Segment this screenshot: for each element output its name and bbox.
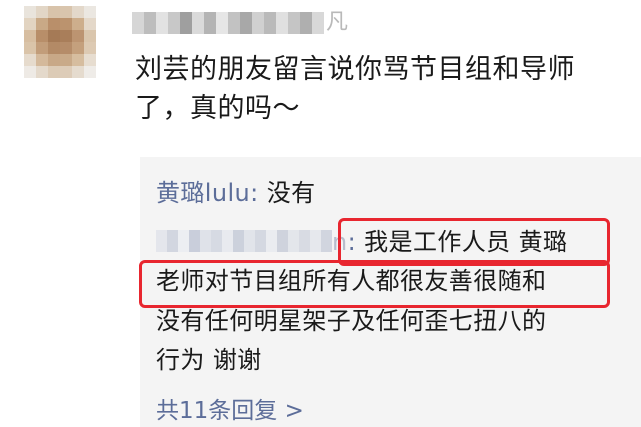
avatar-mosaic-cell bbox=[84, 6, 96, 18]
username-mosaic-cell bbox=[168, 12, 180, 34]
avatar-mosaic-cell bbox=[72, 6, 84, 18]
reply-item: n: 我是工作人员 黄璐 bbox=[156, 225, 567, 259]
avatar-mosaic-cell bbox=[48, 66, 60, 78]
reply-author-mosaic-cell bbox=[189, 230, 200, 252]
avatar-mosaic-cell bbox=[60, 42, 72, 54]
avatar-mosaic-cell bbox=[72, 30, 84, 42]
username-mosaic-cell bbox=[252, 12, 264, 34]
username-mosaic-cell bbox=[204, 12, 216, 34]
username-tail: 凡 bbox=[326, 10, 349, 35]
comment-username[interactable]: 凡 bbox=[132, 8, 348, 38]
username-mosaic-cell bbox=[264, 12, 276, 34]
comment-text-line: 刘芸的朋友留言说你骂节目组和导师 bbox=[135, 54, 575, 85]
reply-text-continuation: 没有任何明星架子及任何歪七扭八的 bbox=[156, 307, 547, 335]
avatar-mosaic-cell bbox=[84, 18, 96, 30]
avatar-mosaic-cell bbox=[72, 42, 84, 54]
avatar-mosaic-cell bbox=[72, 66, 84, 78]
comment-text-line: 了，真的吗～ bbox=[135, 93, 300, 124]
replies-panel: 黄璐lulu: 没有 n: 我是工作人员 黄璐 老师对节目组所有人都很友善很随和… bbox=[140, 157, 641, 427]
reply-author-mosaic-cell bbox=[178, 230, 189, 252]
reply-separator: : bbox=[250, 179, 267, 207]
avatar-mosaic-cell bbox=[84, 54, 96, 66]
avatar-mosaic-cell bbox=[48, 6, 60, 18]
reply-author-mosaic-cell bbox=[200, 230, 211, 252]
reply-author-mosaic-cell bbox=[277, 230, 288, 252]
avatar-mosaic-cell bbox=[24, 6, 36, 18]
avatar[interactable] bbox=[24, 6, 96, 78]
avatar-mosaic-cell bbox=[60, 66, 72, 78]
avatar-mosaic-cell bbox=[84, 66, 96, 78]
avatar-mosaic-cell bbox=[24, 54, 36, 66]
avatar-mosaic-cell bbox=[24, 30, 36, 42]
reply-item: 黄璐lulu: 没有 bbox=[156, 176, 316, 210]
reply-text-continuation: 行为 谢谢 bbox=[156, 346, 262, 374]
reply-author-mosaic-cell bbox=[255, 230, 266, 252]
avatar-mosaic-cell bbox=[48, 54, 60, 66]
reply-author-mosaic-cell bbox=[299, 230, 310, 252]
reply-author-mosaic-cell bbox=[288, 230, 299, 252]
avatar-mosaic-cell bbox=[48, 30, 60, 42]
avatar-mosaic-cell bbox=[48, 18, 60, 30]
reply-text: 我是工作人员 黄璐 bbox=[364, 228, 568, 256]
username-mosaic-cell bbox=[240, 12, 252, 34]
avatar-mosaic-cell bbox=[60, 6, 72, 18]
reply-author-mosaic-cell bbox=[167, 230, 178, 252]
reply-author-mosaic-cell bbox=[244, 230, 255, 252]
avatar-mosaic-cell bbox=[60, 30, 72, 42]
username-mosaic-cell bbox=[288, 12, 300, 34]
username-mosaic-cell bbox=[156, 12, 168, 34]
reply-author-tail[interactable]: n bbox=[332, 228, 348, 256]
reply-author-mosaic-cell bbox=[222, 230, 233, 252]
username-mosaic-cell bbox=[312, 12, 324, 34]
avatar-mosaic-cell bbox=[24, 66, 36, 78]
avatar-mosaic-cell bbox=[36, 18, 48, 30]
username-mosaic-cell bbox=[228, 12, 240, 34]
avatar-mosaic-cell bbox=[24, 18, 36, 30]
avatar-mosaic-cell bbox=[36, 66, 48, 78]
username-mosaic-cell bbox=[144, 12, 156, 34]
reply-author-mosaic-cell bbox=[233, 230, 244, 252]
reply-author-link[interactable]: 黄璐lulu bbox=[156, 179, 250, 207]
avatar-mosaic-cell bbox=[72, 18, 84, 30]
avatar-mosaic-cell bbox=[72, 54, 84, 66]
reply-author-mosaic-cell bbox=[321, 230, 332, 252]
username-mosaic-cell bbox=[276, 12, 288, 34]
avatar-mosaic-cell bbox=[60, 18, 72, 30]
avatar-mosaic-cell bbox=[36, 6, 48, 18]
reply-author-mosaic-cell bbox=[310, 230, 321, 252]
reply-text-continuation: 老师对节目组所有人都很友善很随和 bbox=[156, 267, 547, 295]
avatar-mosaic-cell bbox=[48, 42, 60, 54]
comment-thread-screenshot: 凡 刘芸的朋友留言说你骂节目组和导师 了，真的吗～ 黄璐lulu: 没有 n: … bbox=[0, 0, 641, 427]
username-mosaic-cell bbox=[216, 12, 228, 34]
reply-author-mosaic-cell bbox=[156, 230, 167, 252]
avatar-mosaic-cell bbox=[36, 42, 48, 54]
reply-separator: : bbox=[347, 228, 365, 256]
username-mosaic-cell bbox=[132, 12, 144, 34]
username-mosaic-cell bbox=[300, 12, 312, 34]
avatar-mosaic-cell bbox=[24, 42, 36, 54]
username-mosaic-cell bbox=[192, 12, 204, 34]
avatar-mosaic-cell bbox=[36, 30, 48, 42]
reply-author-mosaic-cell bbox=[266, 230, 277, 252]
username-mosaic bbox=[132, 12, 324, 34]
reply-text: 没有 bbox=[266, 179, 316, 207]
avatar-mosaic-cell bbox=[84, 30, 96, 42]
avatar-mosaic-cell bbox=[84, 42, 96, 54]
reply-author-mosaic-cell bbox=[211, 230, 222, 252]
comment-body: 刘芸的朋友留言说你骂节目组和导师 了，真的吗～ bbox=[135, 50, 625, 128]
avatar-mosaic-cell bbox=[36, 54, 48, 66]
avatar-mosaic-cell bbox=[60, 54, 72, 66]
view-more-replies-link[interactable]: 共11条回复 > bbox=[156, 395, 304, 427]
username-mosaic-cell bbox=[180, 12, 192, 34]
reply-author-mosaic[interactable] bbox=[156, 230, 332, 252]
